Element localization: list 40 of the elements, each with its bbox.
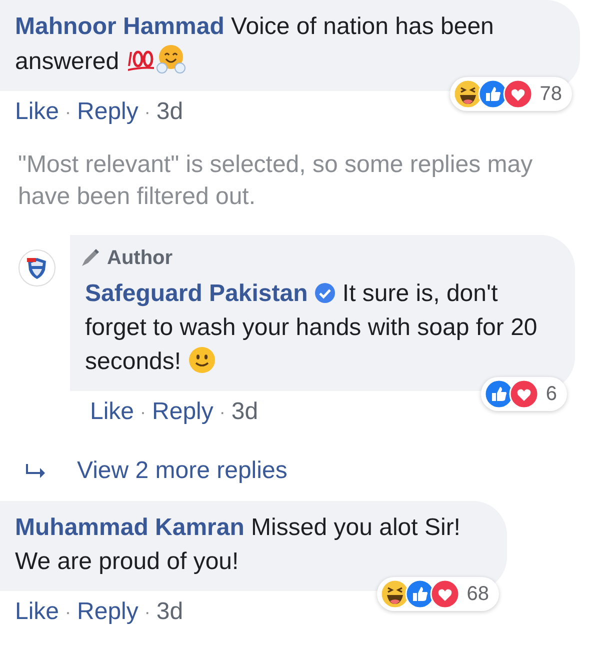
hugging-face-icon [156,44,186,74]
thumbs-up-icon [478,79,508,109]
timestamp[interactable]: 3d [156,97,184,127]
avatar-icon[interactable] [18,249,56,287]
filter-notice: "Most relevant" is selected, so some replies may have been filtered out. [17,150,534,212]
author-name[interactable]: Mahnoor Hammad [15,13,224,40]
reply-arrow-icon [25,462,47,480]
comment-text: Mahnoor Hammad Voice of nation has been answered [15,12,495,77]
separator-dot: · [140,401,146,424]
view-more-replies-link[interactable]: View 2 more replies [77,457,288,485]
author-label: Author [107,246,173,271]
laughing-face-icon [452,79,483,109]
thumbs-up-icon [484,379,514,409]
reaction-count: 78 [540,82,562,107]
action-link[interactable]: Like [90,397,134,427]
reaction-summary[interactable]: 78 [450,77,572,111]
separator-dot: · [65,601,72,624]
reaction-count: 68 [466,582,489,607]
timestamp[interactable]: 3d [156,597,184,627]
separator-dot: · [144,601,150,624]
separator-dot: · [219,401,226,424]
action-link[interactable]: Reply [77,597,138,627]
action-link[interactable]: Like [15,597,60,627]
reaction-count: 6 [546,382,557,407]
action-link[interactable]: Reply [152,397,214,427]
reaction-summary[interactable]: 68 [376,577,499,611]
comment-text: Muhammad Kamran Missed you alot Sir! We are proud of you! [15,513,462,577]
action-link[interactable]: Reply [77,97,138,127]
thumbs-up-icon [404,579,435,609]
author-name[interactable]: Muhammad Kamran [15,514,244,541]
separator-dot: · [65,101,72,124]
pen-icon [79,247,101,269]
reaction-summary[interactable]: 6 [480,377,567,411]
separator-dot: · [144,101,150,124]
laughing-face-icon [380,579,410,609]
action-link[interactable]: Like [15,97,60,127]
smiling-face-icon [188,346,216,374]
comment-text: Safeguard Pakistan It sure is, don't forget to wash your hands with soap for 20 seconds! [85,279,538,377]
timestamp[interactable]: 3d [231,397,258,427]
author-name[interactable]: Safeguard Pakistan [85,280,308,307]
